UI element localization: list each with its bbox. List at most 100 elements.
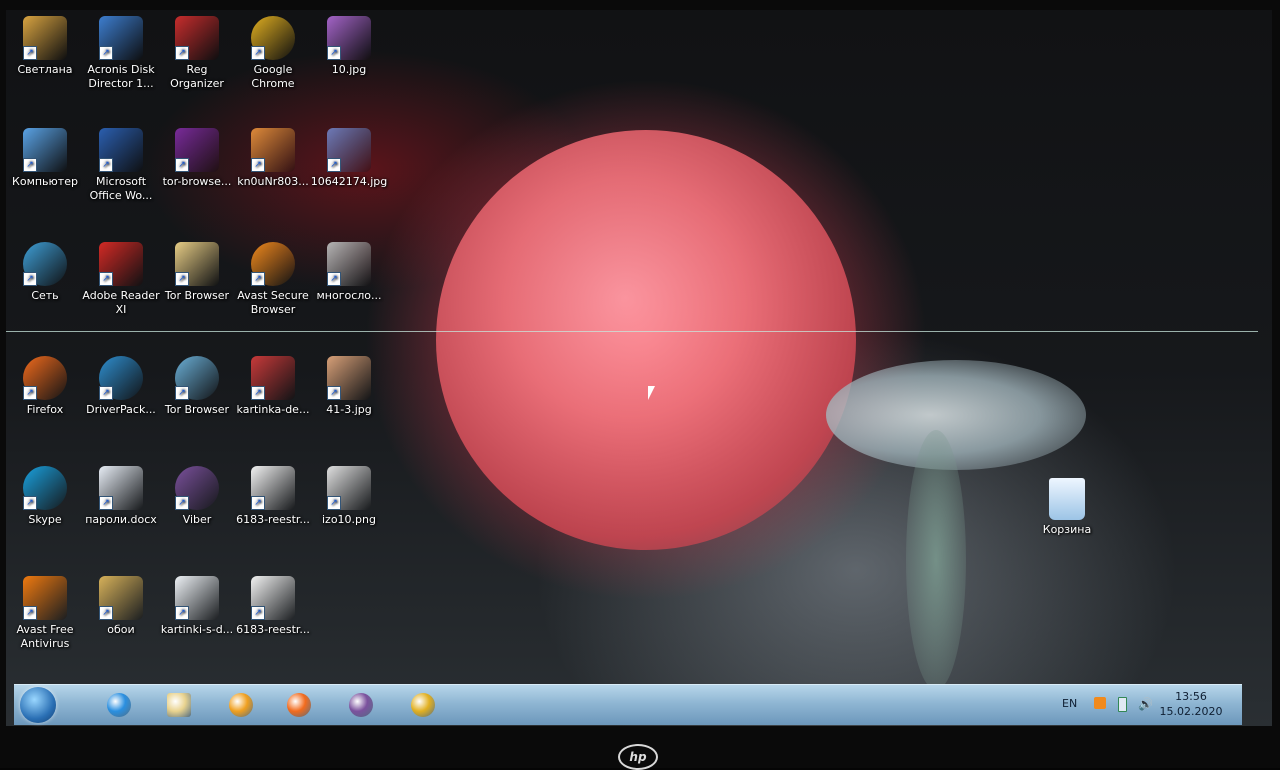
desktop-icon-kartinki-s-d[interactable]: ↗ kartinki-s-d...: [158, 576, 236, 637]
desktop-icon-kn0unr803[interactable]: ↗ kn0uNr803...: [234, 128, 312, 189]
shortcut-arrow-icon: ↗: [23, 606, 37, 620]
desktop-icon-label: kartinka-de...: [236, 403, 310, 416]
wallpaper-rose: [436, 130, 856, 550]
desktop-icon-label: Skype: [28, 513, 62, 526]
desktop-icon-label: Viber: [182, 513, 212, 526]
shortcut-arrow-icon: ↗: [23, 158, 37, 172]
volume-icon[interactable]: 🔊: [1138, 697, 1153, 711]
desktop-icon-reg-organizer[interactable]: ↗ Reg Organizer: [158, 16, 236, 91]
desktop-icon-label: kartinki-s-d...: [160, 623, 234, 636]
desktop-icon-label: Firefox: [26, 403, 64, 416]
word-icon: ↗: [99, 128, 143, 172]
desktop-icon-svetlana[interactable]: ↗ Светлана: [6, 16, 84, 77]
shortcut-arrow-icon: ↗: [251, 272, 265, 286]
taskbar-viber[interactable]: [344, 689, 378, 721]
shortcut-arrow-icon: ↗: [23, 46, 37, 60]
desktop-icon-label: обои: [107, 623, 135, 636]
firefox-icon: [287, 693, 311, 717]
hp-logo: hp: [618, 744, 658, 770]
viber-icon: ↗: [175, 466, 219, 510]
desktop-icon-adobe-reader[interactable]: ↗ Adobe Reader XI: [82, 242, 160, 317]
taskbar-file-explorer[interactable]: [162, 689, 196, 721]
desktop-icon-mnogoslo[interactable]: ↗ многосло...: [310, 242, 388, 303]
taskbar-internet-explorer[interactable]: [102, 689, 136, 721]
desktop-icon-izo10-png[interactable]: ↗ izo10.png: [310, 466, 388, 527]
shortcut-arrow-icon: ↗: [175, 272, 189, 286]
shortcut-arrow-icon: ↗: [23, 496, 37, 510]
shortcut-arrow-icon: ↗: [251, 496, 265, 510]
desktop-icon-label: Компьютер: [12, 175, 78, 188]
disk-tool-icon: ↗: [99, 16, 143, 60]
desktop-icon-acronis[interactable]: ↗ Acronis Disk Director 1...: [82, 16, 160, 91]
desktop-icon-6183-reestr-2[interactable]: ↗ 6183-reestr...: [234, 576, 312, 637]
windows-start-icon[interactable]: [20, 687, 56, 723]
desktop-icon-tor-browse-archive[interactable]: ↗ tor-browse...: [158, 128, 236, 189]
desktop-icon-label: Tor Browser: [164, 403, 230, 416]
desktop-icon-firefox[interactable]: ↗ Firefox: [6, 356, 84, 417]
shortcut-arrow-icon: ↗: [99, 606, 113, 620]
document-icon: ↗: [99, 466, 143, 510]
shortcut-arrow-icon: ↗: [251, 386, 265, 400]
taskbar-media-player[interactable]: [224, 689, 258, 721]
desktop-icon-label: tor-browse...: [162, 175, 232, 188]
desktop-icon-oboi[interactable]: ↗ обои: [82, 576, 160, 637]
shortcut-arrow-icon: ↗: [327, 386, 341, 400]
image-thumbnail-icon: ↗: [327, 242, 371, 286]
shortcut-arrow-icon: ↗: [175, 386, 189, 400]
desktop-icon-avast-free-antivirus[interactable]: ↗ Avast Free Antivirus: [6, 576, 84, 651]
desktop-icon-41-3-jpg[interactable]: ↗ 41-3.jpg: [310, 356, 388, 417]
computer-icon: ↗: [23, 128, 67, 172]
clock-date: 15.02.2020: [1159, 705, 1223, 718]
desktop-icon-recycle-bin[interactable]: Корзина: [1028, 478, 1106, 537]
folder-user-icon: ↗: [23, 16, 67, 60]
shortcut-arrow-icon: ↗: [23, 272, 37, 286]
desktop-icon-label: Acronis Disk Director 1...: [87, 63, 155, 90]
desktop-icon-tor-browser-folder[interactable]: ↗ Tor Browser: [158, 242, 236, 303]
viber-icon: [349, 693, 373, 717]
desktop-icon-label: Сеть: [31, 289, 59, 302]
image-thumbnail-icon: ↗: [327, 16, 371, 60]
desktop-icon-ms-word[interactable]: ↗ Microsoft Office Wo...: [82, 128, 160, 203]
desktop-icon-paroli-docx[interactable]: ↗ пароли.docx: [82, 466, 160, 527]
desktop-icon-viber[interactable]: ↗ Viber: [158, 466, 236, 527]
desktop-icon-10-jpg[interactable]: ↗ 10.jpg: [310, 16, 388, 77]
desktop-icon-driverpack[interactable]: ↗ DriverPack...: [82, 356, 160, 417]
adobe-reader-icon: ↗: [99, 242, 143, 286]
wallpaper-stem: [906, 430, 966, 690]
taskbar-firefox[interactable]: [282, 689, 316, 721]
recycle-bin-label: Корзина: [1042, 523, 1092, 536]
shortcut-arrow-icon: ↗: [99, 46, 113, 60]
clock[interactable]: 13:56 15.02.2020: [1156, 689, 1226, 719]
desktop-icon-google-chrome[interactable]: ↗ Google Chrome: [234, 16, 312, 91]
skype-icon: ↗: [23, 466, 67, 510]
desktop-icon-avast-secure-browser[interactable]: ↗ Avast Secure Browser: [234, 242, 312, 317]
shortcut-arrow-icon: ↗: [175, 158, 189, 172]
avast-icon: ↗: [23, 576, 67, 620]
desktop-icon-network[interactable]: ↗ Сеть: [6, 242, 84, 303]
desktop[interactable]: ↗ Светлана ↗ Acronis Disk Director 1... ↗ Reg…: [6, 10, 1272, 726]
desktop-icon-6183-reestr-1[interactable]: ↗ 6183-reestr...: [234, 466, 312, 527]
shortcut-arrow-icon: ↗: [251, 158, 265, 172]
image-thumbnail-icon: ↗: [251, 128, 295, 172]
desktop-icon-skype[interactable]: ↗ Skype: [6, 466, 84, 527]
winrar-icon: ↗: [175, 128, 219, 172]
desktop-icon-computer[interactable]: ↗ Компьютер: [6, 128, 84, 189]
desktop-icon-kartinka-de[interactable]: ↗ kartinka-de...: [234, 356, 312, 417]
desktop-icon-label: DriverPack...: [86, 403, 156, 416]
taskbar: EN 🔊 13:56 15.02.2020: [14, 684, 1242, 725]
desktop-icon-label: Tor Browser: [164, 289, 230, 302]
language-indicator[interactable]: EN: [1062, 697, 1077, 710]
chrome-icon: [411, 693, 435, 717]
desktop-icon-tor-browser-app[interactable]: ↗ Tor Browser: [158, 356, 236, 417]
desktop-icon-label: 6183-reestr...: [236, 623, 310, 636]
shortcut-arrow-icon: ↗: [175, 46, 189, 60]
image-thumbnail-icon: ↗: [327, 128, 371, 172]
avast-tray-icon[interactable]: [1094, 697, 1106, 709]
network-globe-icon: ↗: [23, 242, 67, 286]
desktop-icon-10642174-jpg[interactable]: ↗ 10642174.jpg: [310, 128, 388, 189]
pdf-document-icon: ↗: [251, 576, 295, 620]
battery-icon[interactable]: [1118, 697, 1127, 712]
taskbar-chrome[interactable]: [406, 689, 440, 721]
shortcut-arrow-icon: ↗: [327, 496, 341, 510]
image-thumbnail-icon: ↗: [327, 356, 371, 400]
